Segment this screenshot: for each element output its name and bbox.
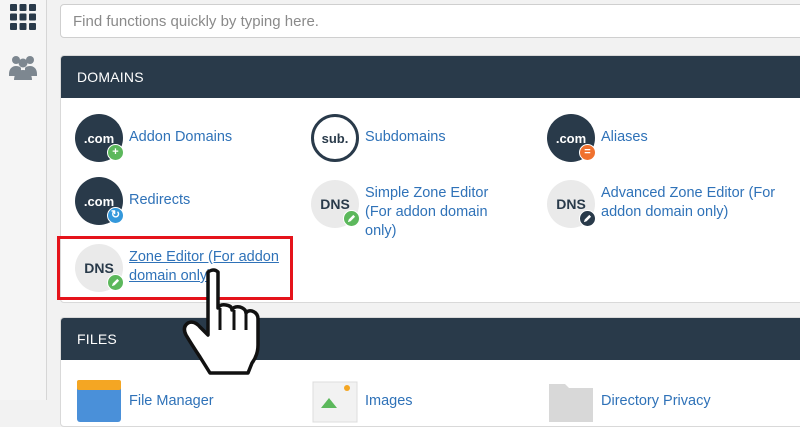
addon-domains-item[interactable]: .com + Addon Domains <box>75 114 232 162</box>
simple-zone-editor-icon: DNS <box>311 180 360 228</box>
zone-editor-icon: DNS <box>75 244 124 292</box>
advanced-zone-editor-label[interactable]: Advanced Zone Editor (For addon domain o… <box>601 184 777 222</box>
image-icon <box>311 378 359 426</box>
redirects-icon: .com ↻ <box>75 177 124 225</box>
add-badge-icon: + <box>107 144 124 161</box>
directory-privacy-item[interactable]: Directory Privacy <box>547 378 711 426</box>
addon-domains-icon: .com + <box>75 114 124 162</box>
redirects-item[interactable]: .com ↻ Redirects <box>75 177 190 225</box>
aliases-label[interactable]: Aliases <box>601 128 648 147</box>
left-sidebar <box>0 0 47 400</box>
addon-domains-label[interactable]: Addon Domains <box>129 128 232 147</box>
subdomains-icon: sub. <box>311 114 359 162</box>
file-manager-item[interactable]: File Manager <box>75 378 214 426</box>
search-input[interactable] <box>60 4 800 38</box>
folder-icon <box>75 378 123 426</box>
users-icon[interactable] <box>9 52 37 80</box>
advanced-zone-editor-item[interactable]: DNS Advanced Zone Editor (For addon doma… <box>547 180 777 228</box>
subdomains-label[interactable]: Subdomains <box>365 128 446 147</box>
subdomains-item[interactable]: sub. Subdomains <box>311 114 446 162</box>
aliases-icon: .com = <box>547 114 596 162</box>
images-item[interactable]: Images <box>311 378 413 426</box>
equals-badge-icon: = <box>579 144 596 161</box>
files-header[interactable]: FILES <box>61 318 800 360</box>
domains-panel: DOMAINS .com + Addon Domains sub. Subdom… <box>60 55 800 303</box>
file-manager-label[interactable]: File Manager <box>129 392 214 411</box>
locked-folder-icon <box>547 378 595 426</box>
aliases-item[interactable]: .com = Aliases <box>547 114 648 162</box>
domains-header[interactable]: DOMAINS <box>61 56 800 98</box>
simple-zone-editor-label[interactable]: Simple Zone Editor (For addon domain onl… <box>365 184 511 241</box>
images-label[interactable]: Images <box>365 392 413 411</box>
files-panel: FILES File Manager Images Directory Priv… <box>60 317 800 427</box>
zone-editor-item[interactable]: DNS Zone Editor (For addon domain only) <box>75 244 285 292</box>
zone-editor-label[interactable]: Zone Editor (For addon domain only) <box>129 248 285 286</box>
grid-icon[interactable] <box>9 3 37 31</box>
redirect-badge-icon: ↻ <box>107 207 124 224</box>
redirects-label[interactable]: Redirects <box>129 191 190 210</box>
pencil-badge-icon <box>107 274 124 291</box>
simple-zone-editor-item[interactable]: DNS Simple Zone Editor (For addon domain… <box>311 180 511 241</box>
advanced-zone-editor-icon: DNS <box>547 180 596 228</box>
directory-privacy-label[interactable]: Directory Privacy <box>601 392 711 411</box>
pencil-badge-icon <box>579 210 596 227</box>
pencil-badge-icon <box>343 210 360 227</box>
